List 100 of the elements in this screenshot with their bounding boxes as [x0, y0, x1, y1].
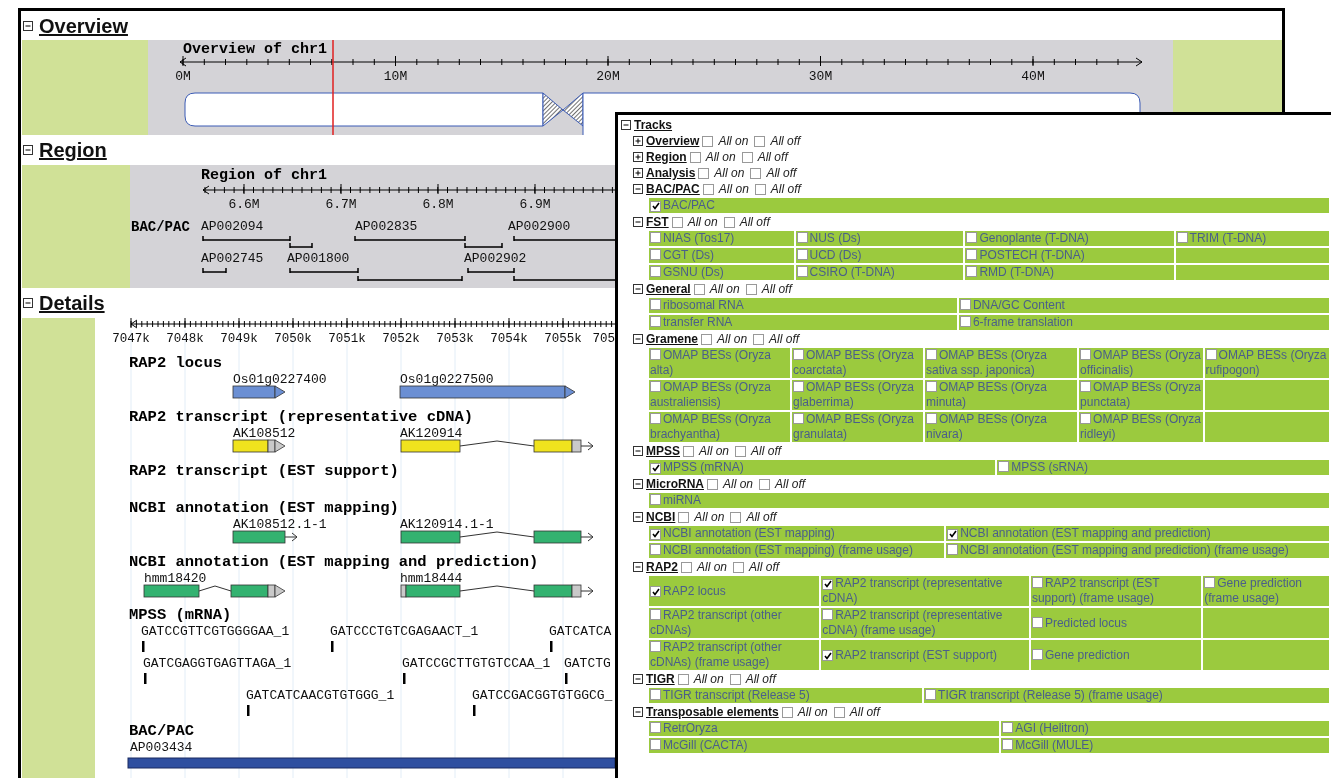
- collapse-icon[interactable]: [633, 446, 643, 456]
- all-off-label[interactable]: All off: [769, 332, 800, 346]
- feature-label[interactable]: hmm18420: [144, 571, 207, 586]
- checkbox[interactable]: [925, 689, 937, 700]
- all-off-label[interactable]: All off: [757, 150, 788, 164]
- checkbox[interactable]: [1031, 616, 1043, 628]
- checkbox[interactable]: [702, 135, 714, 147]
- group-title[interactable]: Overview: [646, 134, 700, 148]
- checkbox[interactable]: [683, 445, 694, 457]
- group-title[interactable]: Analysis: [646, 166, 696, 180]
- collapse-icon[interactable]: [633, 217, 643, 227]
- collapse-icon[interactable]: [633, 674, 643, 684]
- group-title[interactable]: Region: [646, 150, 687, 164]
- group-title[interactable]: NCBI: [646, 510, 676, 524]
- checkbox[interactable]: [650, 413, 661, 424]
- checkbox[interactable]: [822, 609, 834, 620]
- group-title[interactable]: MicroRNA: [646, 477, 704, 491]
- all-on-label[interactable]: All on: [797, 705, 828, 719]
- clone-label[interactable]: AP003434: [130, 740, 193, 755]
- annotation-model[interactable]: [143, 584, 286, 598]
- checkbox[interactable]: [735, 445, 747, 457]
- checkbox[interactable]: [650, 462, 661, 474]
- checkbox[interactable]: [998, 461, 1010, 472]
- checkbox[interactable]: [750, 167, 762, 179]
- checkbox[interactable]: [723, 216, 735, 228]
- tag-label[interactable]: GATCATCA: [549, 624, 612, 639]
- checkbox[interactable]: [650, 739, 661, 750]
- all-off-label[interactable]: All off: [766, 166, 797, 180]
- checkbox[interactable]: [701, 333, 713, 345]
- group-title[interactable]: BAC/PAC: [646, 182, 700, 196]
- checkbox[interactable]: [754, 183, 766, 195]
- all-on-label[interactable]: All on: [699, 444, 730, 458]
- clone-label[interactable]: AP002900: [508, 219, 571, 234]
- checkbox[interactable]: [796, 249, 808, 260]
- clone-label[interactable]: AP002902: [464, 251, 527, 266]
- checkbox[interactable]: [781, 706, 793, 718]
- all-off-label[interactable]: All off: [775, 477, 806, 491]
- clone-label[interactable]: AP001800: [287, 251, 350, 266]
- checkbox[interactable]: [947, 544, 959, 555]
- checkbox[interactable]: [681, 561, 692, 573]
- all-off-label[interactable]: All off: [770, 134, 801, 148]
- checkbox[interactable]: [822, 650, 834, 661]
- checkbox[interactable]: [966, 232, 978, 243]
- checkbox[interactable]: [753, 333, 765, 345]
- gene-arrow[interactable]: [232, 385, 286, 399]
- gene-arrow[interactable]: [399, 385, 576, 399]
- clone-label[interactable]: AP002094: [201, 219, 264, 234]
- collapse-icon[interactable]: [633, 512, 643, 522]
- collapse-icon[interactable]: [633, 284, 643, 294]
- expand-icon[interactable]: [633, 136, 643, 146]
- clone-label[interactable]: AP002745: [201, 251, 264, 266]
- checkbox[interactable]: [959, 316, 971, 327]
- panel-title[interactable]: Tracks: [634, 118, 673, 132]
- annotation-model[interactable]: [232, 530, 298, 544]
- collapse-icon[interactable]: [633, 334, 643, 344]
- checkbox[interactable]: [754, 135, 766, 147]
- checkbox[interactable]: [650, 266, 661, 277]
- checkbox[interactable]: [730, 511, 742, 523]
- tag-label[interactable]: GATCCGCTTGTGTCCAA_1: [402, 656, 551, 671]
- feature-label[interactable]: AK120914: [400, 426, 463, 441]
- all-off-label[interactable]: All off: [746, 510, 777, 524]
- checkbox[interactable]: [793, 381, 804, 392]
- all-off-label[interactable]: All off: [751, 444, 782, 458]
- checkbox[interactable]: [650, 316, 661, 327]
- tag-label[interactable]: GATCATCAACGTGTGGG_1: [246, 688, 395, 703]
- feature-label[interactable]: AK108512: [233, 426, 296, 441]
- all-on-label[interactable]: All on: [687, 215, 718, 229]
- checkbox[interactable]: [926, 413, 938, 424]
- checkbox[interactable]: [729, 673, 741, 685]
- checkbox[interactable]: [926, 381, 938, 392]
- section-heading[interactable]: Region: [39, 139, 107, 161]
- checkbox[interactable]: [650, 544, 661, 555]
- all-on-label[interactable]: All on: [705, 150, 736, 164]
- checkbox[interactable]: [650, 528, 661, 540]
- group-title[interactable]: TIGR: [646, 672, 675, 686]
- checkbox[interactable]: [1204, 577, 1216, 588]
- checkbox[interactable]: [650, 349, 661, 360]
- checkbox[interactable]: [796, 266, 808, 277]
- checkbox[interactable]: [1080, 413, 1092, 424]
- tag-label[interactable]: GATCCGACGGTGTGGCG_: [472, 688, 613, 703]
- feature-label[interactable]: Os01g0227400: [233, 372, 327, 387]
- checkbox[interactable]: [1031, 648, 1043, 660]
- checkbox[interactable]: [650, 232, 661, 243]
- checkbox[interactable]: [793, 349, 804, 360]
- checkbox[interactable]: [833, 706, 845, 718]
- checkbox[interactable]: [966, 266, 978, 277]
- checkbox[interactable]: [1080, 381, 1092, 392]
- all-on-label[interactable]: All on: [714, 166, 745, 180]
- checkbox[interactable]: [796, 232, 808, 243]
- checkbox[interactable]: [650, 722, 661, 733]
- checkbox[interactable]: [1080, 349, 1092, 360]
- all-off-label[interactable]: All off: [770, 182, 801, 196]
- feature-label[interactable]: AK120914.1-1: [400, 517, 494, 532]
- group-title[interactable]: FST: [646, 215, 669, 229]
- all-on-label[interactable]: All on: [718, 182, 749, 196]
- checkbox[interactable]: [1002, 739, 1014, 750]
- checkbox[interactable]: [707, 478, 718, 490]
- expand-icon[interactable]: [633, 152, 643, 162]
- collapse-icon[interactable]: [621, 120, 631, 130]
- checkbox[interactable]: [677, 673, 689, 685]
